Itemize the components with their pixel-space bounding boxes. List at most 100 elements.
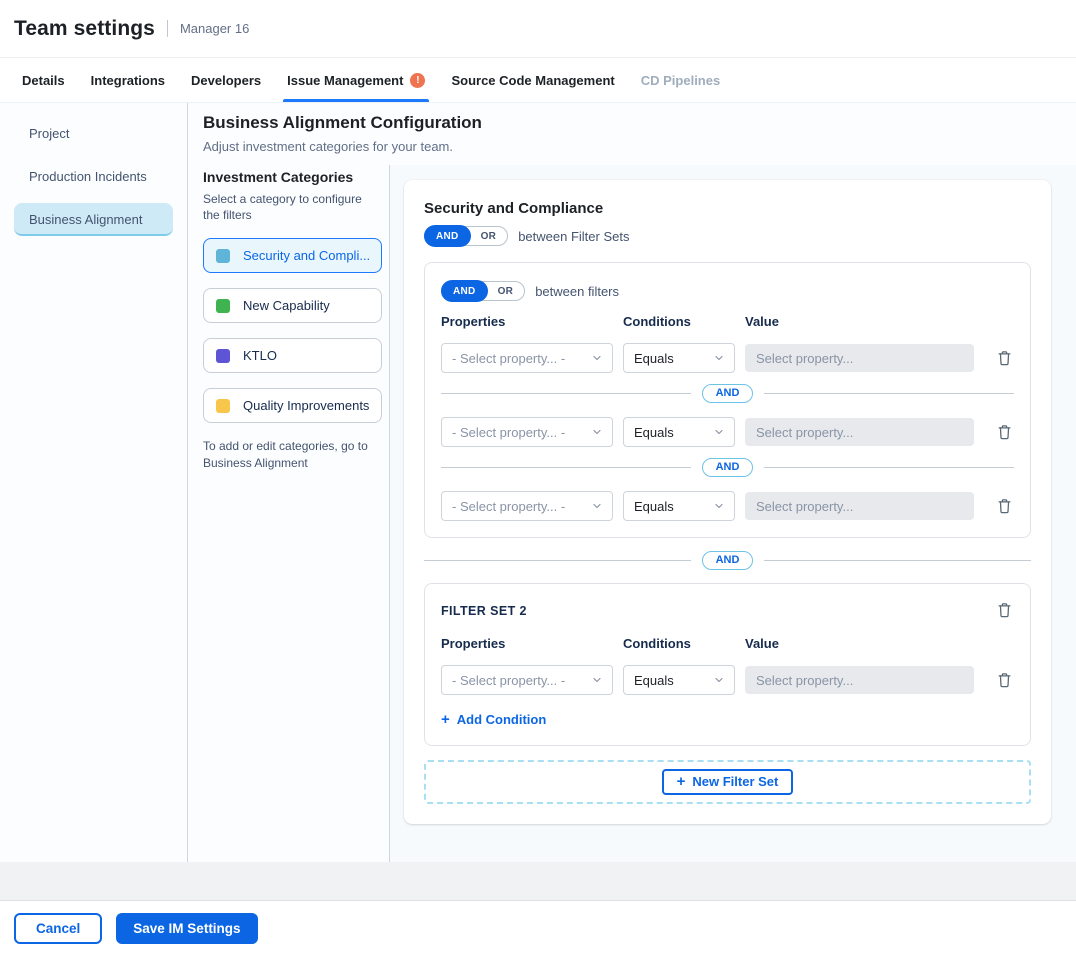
filter-set-1: AND OR between filters Properties Condit… (424, 262, 1031, 538)
value-input[interactable] (745, 666, 974, 694)
tab-developers[interactable]: Developers (191, 58, 261, 102)
categories-footnote: To add or edit categories, go to Busines… (203, 438, 375, 472)
selected-category-title: Security and Compliance (424, 200, 1031, 217)
chevron-down-icon (713, 426, 725, 438)
value-input[interactable] (745, 492, 974, 520)
condition-select[interactable]: Equals (623, 665, 735, 695)
delete-filter-button[interactable] (995, 496, 1014, 516)
between-filters-label: between filters (535, 284, 619, 299)
settings-tabbar: Details Integrations Developers Issue Ma… (0, 58, 1076, 103)
value-input[interactable] (745, 418, 974, 446)
value-column-header: Value (745, 314, 974, 329)
conditions-column-header: Conditions (623, 314, 735, 329)
category-ktlo[interactable]: KTLO (203, 338, 382, 373)
sidebar-item-business-alignment[interactable]: Business Alignment (14, 203, 173, 236)
settings-sidebar: Project Production Incidents Business Al… (0, 103, 188, 862)
toggle-and-option[interactable]: AND (441, 280, 488, 302)
trash-icon (997, 350, 1012, 366)
categories-subtitle: Select a category to configure the filte… (203, 191, 373, 223)
chevron-down-icon (713, 352, 725, 364)
category-new-capability[interactable]: New Capability (203, 288, 382, 323)
category-label: KTLO (243, 348, 277, 363)
chevron-down-icon (591, 352, 603, 364)
condition-select[interactable]: Equals (623, 417, 735, 447)
category-color-swatch (216, 349, 230, 363)
toggle-or-option[interactable]: OR (487, 286, 525, 297)
property-select[interactable]: - Select property... - (441, 491, 613, 521)
header-divider (167, 20, 168, 37)
sidebar-item-project[interactable]: Project (14, 117, 173, 150)
configuration-body: Investment Categories Select a category … (188, 165, 1076, 862)
page-title: Team settings (14, 17, 155, 41)
filter-row: - Select property... - Equals (441, 665, 1014, 695)
trash-icon (997, 602, 1012, 618)
and-connector-pill: AND (702, 384, 754, 403)
category-filters-card: Security and Compliance AND OR between F… (404, 180, 1051, 824)
category-color-swatch (216, 249, 230, 263)
between-filter-sets-label: between Filter Sets (518, 229, 629, 244)
category-quality-improvements[interactable]: Quality Improvements (203, 388, 382, 423)
chevron-down-icon (713, 500, 725, 512)
trash-icon (997, 424, 1012, 440)
and-or-toggle[interactable]: AND OR (441, 281, 525, 301)
delete-filter-button[interactable] (995, 422, 1014, 442)
properties-column-header: Properties (441, 636, 613, 651)
filter-row: - Select property... - Equals (441, 343, 1014, 373)
value-input[interactable] (745, 344, 974, 372)
and-connector: AND (441, 458, 1014, 477)
page-header: Team settings Manager 16 (0, 0, 1076, 58)
toggle-and-option[interactable]: AND (424, 225, 471, 247)
delete-filter-button[interactable] (995, 670, 1014, 690)
filter-row: - Select property... - Equals (441, 417, 1014, 447)
tab-integrations[interactable]: Integrations (91, 58, 165, 102)
team-name-label: Manager 16 (180, 21, 249, 36)
action-footer: Cancel Save IM Settings (0, 900, 1076, 956)
and-connector-pill: AND (702, 458, 754, 477)
delete-filter-button[interactable] (995, 348, 1014, 368)
delete-filter-set-button[interactable] (995, 600, 1014, 620)
plus-icon: + (441, 712, 450, 727)
condition-select[interactable]: Equals (623, 343, 735, 373)
section-subtitle: Adjust investment categories for your te… (203, 139, 1052, 154)
business-alignment-section: Business Alignment Configuration Adjust … (188, 103, 1076, 862)
investment-categories-column: Investment Categories Select a category … (188, 165, 390, 862)
and-connector-between-sets: AND (424, 551, 1031, 570)
new-filter-set-button[interactable]: + New Filter Set (662, 769, 794, 795)
chevron-down-icon (591, 500, 603, 512)
warning-icon: ! (410, 73, 425, 88)
category-security-and-compliance[interactable]: Security and Compli... (203, 238, 382, 273)
tab-details[interactable]: Details (22, 58, 65, 102)
property-select[interactable]: - Select property... - (441, 665, 613, 695)
property-select[interactable]: - Select property... - (441, 417, 613, 447)
trash-icon (997, 498, 1012, 514)
filter-set-2: FILTER SET 2 Properties Conditions Value (424, 583, 1031, 746)
property-select[interactable]: - Select property... - (441, 343, 613, 373)
category-color-swatch (216, 299, 230, 313)
category-color-swatch (216, 399, 230, 413)
plus-icon: + (677, 774, 686, 789)
new-filter-set-zone: + New Filter Set (424, 760, 1031, 804)
and-or-toggle[interactable]: AND OR (424, 226, 508, 246)
cancel-button[interactable]: Cancel (14, 913, 102, 944)
and-connector-pill: AND (702, 551, 754, 570)
trash-icon (997, 672, 1012, 688)
team-settings-page: Team settings Manager 16 Details Integra… (0, 0, 1076, 956)
properties-column-header: Properties (441, 314, 613, 329)
filters-operator-row: AND OR between filters (441, 281, 1014, 301)
chevron-down-icon (591, 426, 603, 438)
filter-set-2-header: FILTER SET 2 (441, 600, 1014, 620)
toggle-or-option[interactable]: OR (470, 231, 508, 242)
filter-set-2-title: FILTER SET 2 (441, 600, 527, 618)
tab-issue-management[interactable]: Issue Management ! (287, 58, 425, 102)
save-im-settings-button[interactable]: Save IM Settings (116, 913, 257, 944)
add-condition-button[interactable]: + Add Condition (441, 712, 546, 727)
filter-columns-header: Properties Conditions Value (441, 636, 1014, 651)
condition-select[interactable]: Equals (623, 491, 735, 521)
tab-source-code-management[interactable]: Source Code Management (451, 58, 614, 102)
content-area: Project Production Incidents Business Al… (0, 103, 1076, 862)
sidebar-item-production-incidents[interactable]: Production Incidents (14, 160, 173, 193)
category-label: Security and Compli... (243, 248, 370, 263)
filter-row: - Select property... - Equals (441, 491, 1014, 521)
category-label: New Capability (243, 298, 330, 313)
categories-title: Investment Categories (203, 169, 381, 185)
